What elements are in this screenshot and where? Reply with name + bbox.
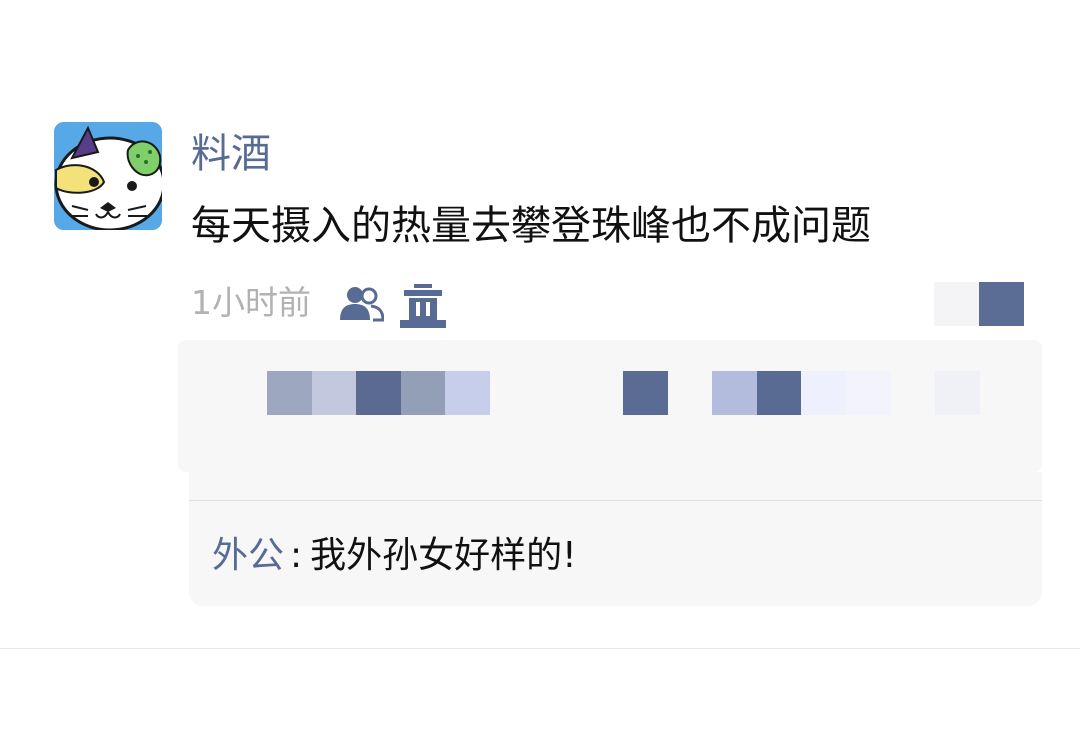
comment-text: 我外孙女好样的! [310, 535, 577, 576]
cat-avatar-icon [54, 122, 162, 230]
comment-separator: : [290, 535, 303, 576]
contacts-visibility-icon[interactable] [340, 286, 384, 322]
post-timestamp: 1小时前 [191, 283, 311, 322]
post-text: 每天摄入的热量去攀登珠峰也不成问题 [191, 203, 871, 249]
comments-divider [189, 500, 1042, 501]
comment-author[interactable]: 外公 [212, 535, 284, 576]
feed-divider [0, 648, 1080, 649]
more-actions-icon[interactable] [934, 282, 1024, 326]
comments-panel: 外公: 我外孙女好样的! [189, 472, 1042, 606]
likes-panel [178, 340, 1042, 472]
trash-icon[interactable] [400, 284, 446, 328]
user-avatar[interactable] [54, 122, 162, 230]
post-author-name[interactable]: 料酒 [191, 126, 271, 182]
comment-item[interactable]: 外公: 我外孙女好样的! [212, 530, 577, 582]
